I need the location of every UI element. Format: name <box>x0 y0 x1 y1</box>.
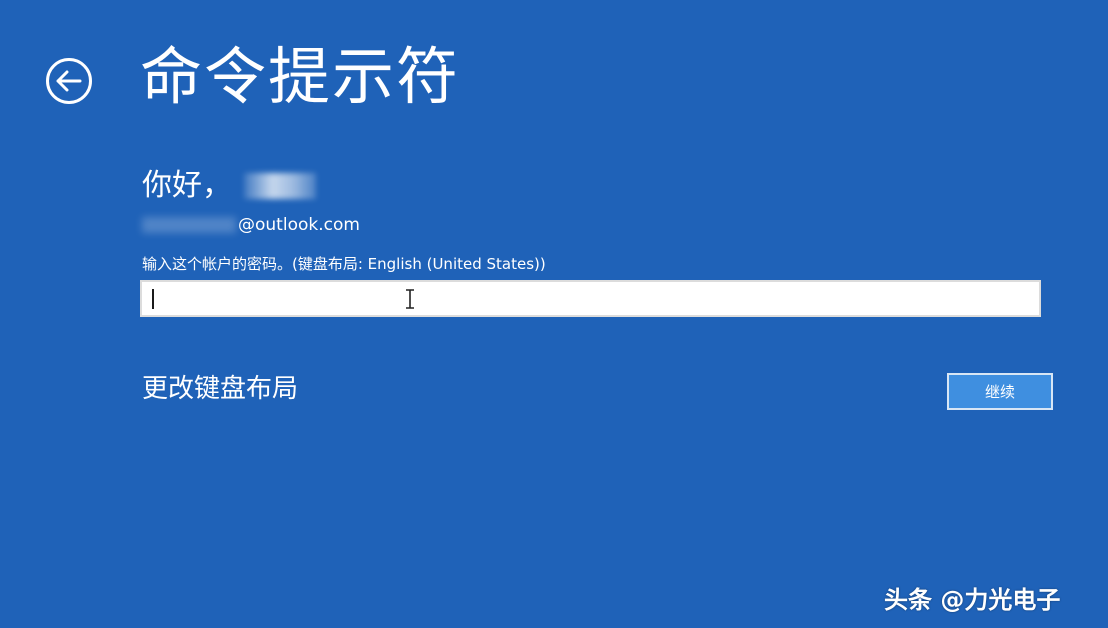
continue-button[interactable]: 继续 <box>947 373 1053 410</box>
greeting-text: 你好， <box>142 168 232 203</box>
change-keyboard-layout-link[interactable]: 更改键盘布局 <box>142 368 298 405</box>
text-caret <box>152 289 154 309</box>
redacted-email-local <box>142 217 236 233</box>
redacted-username <box>244 173 316 199</box>
page-title: 命令提示符 <box>140 40 461 113</box>
account-email: @outlook.com <box>142 215 360 235</box>
back-arrow-icon <box>56 70 82 92</box>
greeting: 你好， <box>142 168 316 204</box>
password-input[interactable] <box>140 280 1041 317</box>
email-domain: @outlook.com <box>238 215 360 235</box>
ibeam-cursor-icon <box>406 289 414 309</box>
password-prompt: 输入这个帐户的密码。(键盘布局: English (United States)… <box>142 255 546 273</box>
back-button[interactable] <box>46 58 92 104</box>
watermark: 头条 @力光电子 <box>884 586 1061 614</box>
